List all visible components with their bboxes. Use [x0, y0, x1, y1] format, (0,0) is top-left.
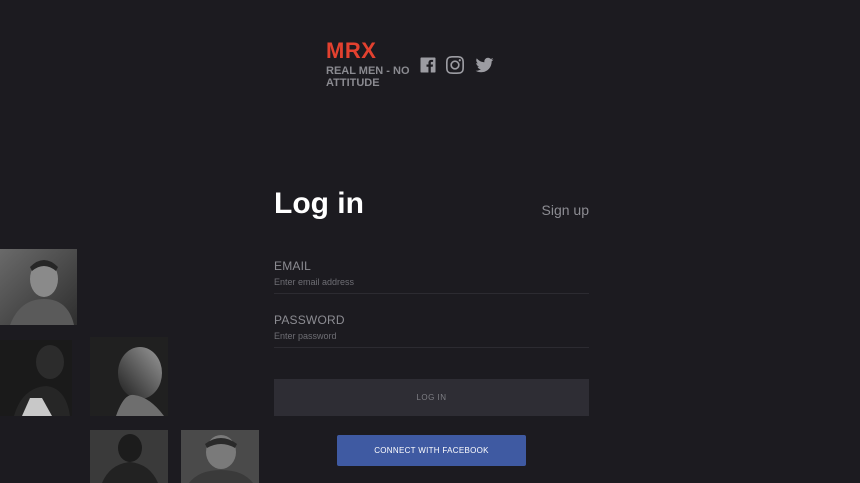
twitter-icon[interactable]: [475, 56, 494, 74]
email-field-group: EMAIL: [274, 259, 589, 294]
email-label: EMAIL: [274, 259, 312, 273]
email-field[interactable]: [274, 273, 589, 293]
password-field[interactable]: [274, 327, 589, 347]
portrait-photo-1: [0, 249, 77, 325]
instagram-icon[interactable]: [446, 56, 464, 74]
facebook-connect-button[interactable]: CONNECT WITH FACEBOOK: [337, 435, 526, 466]
password-label: PASSWORD: [274, 313, 345, 327]
signup-link[interactable]: Sign up: [542, 202, 589, 218]
login-form: Log in Sign up EMAIL PASSWORD LOG IN: [274, 186, 589, 416]
facebook-icon[interactable]: [419, 56, 437, 74]
login-button[interactable]: LOG IN: [274, 379, 589, 416]
portrait-photo-3: [90, 337, 168, 416]
brand-logo[interactable]: MRX: [326, 40, 416, 62]
password-field-group: PASSWORD: [274, 313, 589, 348]
login-page: MRX REAL MEN - NO ATTITUDE Log in Sign u…: [0, 0, 860, 483]
portrait-photo-2: [0, 340, 72, 416]
brand: MRX REAL MEN - NO ATTITUDE: [326, 40, 416, 90]
portrait-photo-5: [181, 430, 259, 483]
brand-tagline: REAL MEN - NO ATTITUDE: [326, 65, 410, 89]
portrait-photo-4: [90, 430, 168, 483]
